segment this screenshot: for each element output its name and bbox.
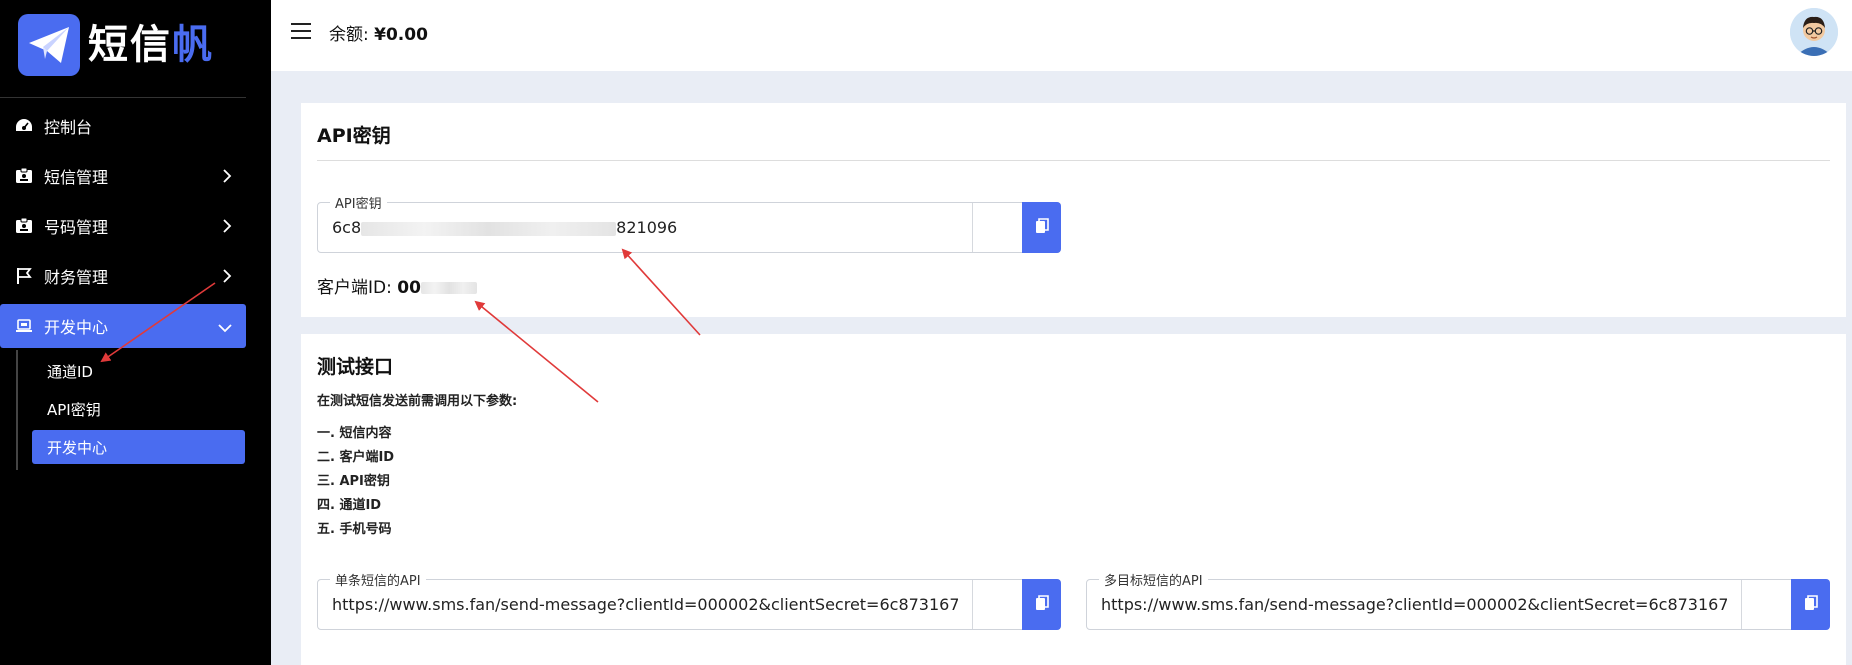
param-item: 一. 短信内容: [317, 426, 392, 441]
param-item: 三. API密钥: [317, 474, 390, 489]
laptop-icon: [14, 319, 34, 333]
single-sms-api-url: https://www.sms.fan/send-message?clientI…: [332, 595, 958, 614]
top-bar: 余额: ¥0.00: [271, 0, 1852, 71]
chevron-down-icon: [218, 318, 232, 337]
sidebar-item-number-management[interactable]: 号码管理: [0, 204, 246, 248]
test-intro-text: 在测试短信发送前需调用以下参数:: [317, 394, 518, 409]
copy-api-key-button[interactable]: [1022, 202, 1061, 253]
menu-toggle-icon[interactable]: [291, 23, 311, 39]
sidebar-item-developer-center[interactable]: 开发中心: [0, 304, 246, 348]
single-sms-api-field[interactable]: 单条短信的API https://www.sms.fan/send-messag…: [317, 570, 1061, 630]
sidebar-subitem-api-key[interactable]: API密钥: [32, 392, 245, 426]
user-avatar[interactable]: [1790, 8, 1838, 56]
copy-icon: [1035, 594, 1049, 615]
dashboard-icon: [14, 118, 34, 134]
divider: [317, 160, 1830, 161]
copy-icon: [1035, 217, 1049, 238]
chevron-right-icon: [222, 218, 232, 237]
balance-display: 余额: ¥0.00: [329, 25, 428, 45]
sidebar-item-finance-management[interactable]: 财务管理: [0, 254, 246, 298]
chevron-right-icon: [222, 268, 232, 287]
chevron-right-icon: [222, 168, 232, 187]
sidebar-subitem-developer-center[interactable]: 开发中心: [32, 430, 245, 464]
multi-sms-api-field[interactable]: 多目标短信的API https://www.sms.fan/send-messa…: [1086, 570, 1830, 630]
param-item: 二. 客户端ID: [317, 450, 395, 465]
submenu-guide-line: [16, 350, 18, 470]
card-title: 测试接口: [317, 356, 394, 378]
brand-name: 短信帆: [88, 22, 214, 68]
copy-icon: [1804, 594, 1818, 615]
paper-plane-icon: [18, 14, 80, 76]
multi-sms-api-url: https://www.sms.fan/send-message?clientI…: [1101, 595, 1727, 614]
copy-multi-api-button[interactable]: [1791, 579, 1830, 630]
sidebar: 短信帆 控制台 短信管理 号码管理 财务管理 开发中心 通道ID API密钥 开…: [0, 0, 271, 665]
flag-icon: [14, 267, 34, 285]
sidebar-item-dashboard[interactable]: 控制台: [0, 104, 246, 148]
param-item: 四. 通道ID: [317, 498, 382, 513]
copy-single-api-button[interactable]: [1022, 579, 1061, 630]
id-badge-icon: [14, 218, 34, 234]
sidebar-subitem-channel-id[interactable]: 通道ID: [32, 354, 245, 388]
api-key-field[interactable]: API密钥 6c8 821096: [317, 193, 1061, 253]
brand-logo[interactable]: 短信帆: [18, 14, 214, 76]
card-title: API密钥: [317, 125, 391, 147]
param-item: 五. 手机号码: [317, 522, 392, 537]
client-id-display: 客户端ID: 00: [317, 273, 477, 298]
api-key-value: 6c8 821096: [332, 218, 678, 237]
id-badge-icon: [14, 168, 34, 184]
api-key-card: API密钥 API密钥 6c8 821096 客户端ID: 00: [301, 103, 1846, 317]
divider: [0, 97, 246, 98]
test-interface-card: 测试接口 在测试短信发送前需调用以下参数: 一. 短信内容 二. 客户端ID 三…: [301, 334, 1846, 665]
sidebar-item-sms-management[interactable]: 短信管理: [0, 154, 246, 198]
